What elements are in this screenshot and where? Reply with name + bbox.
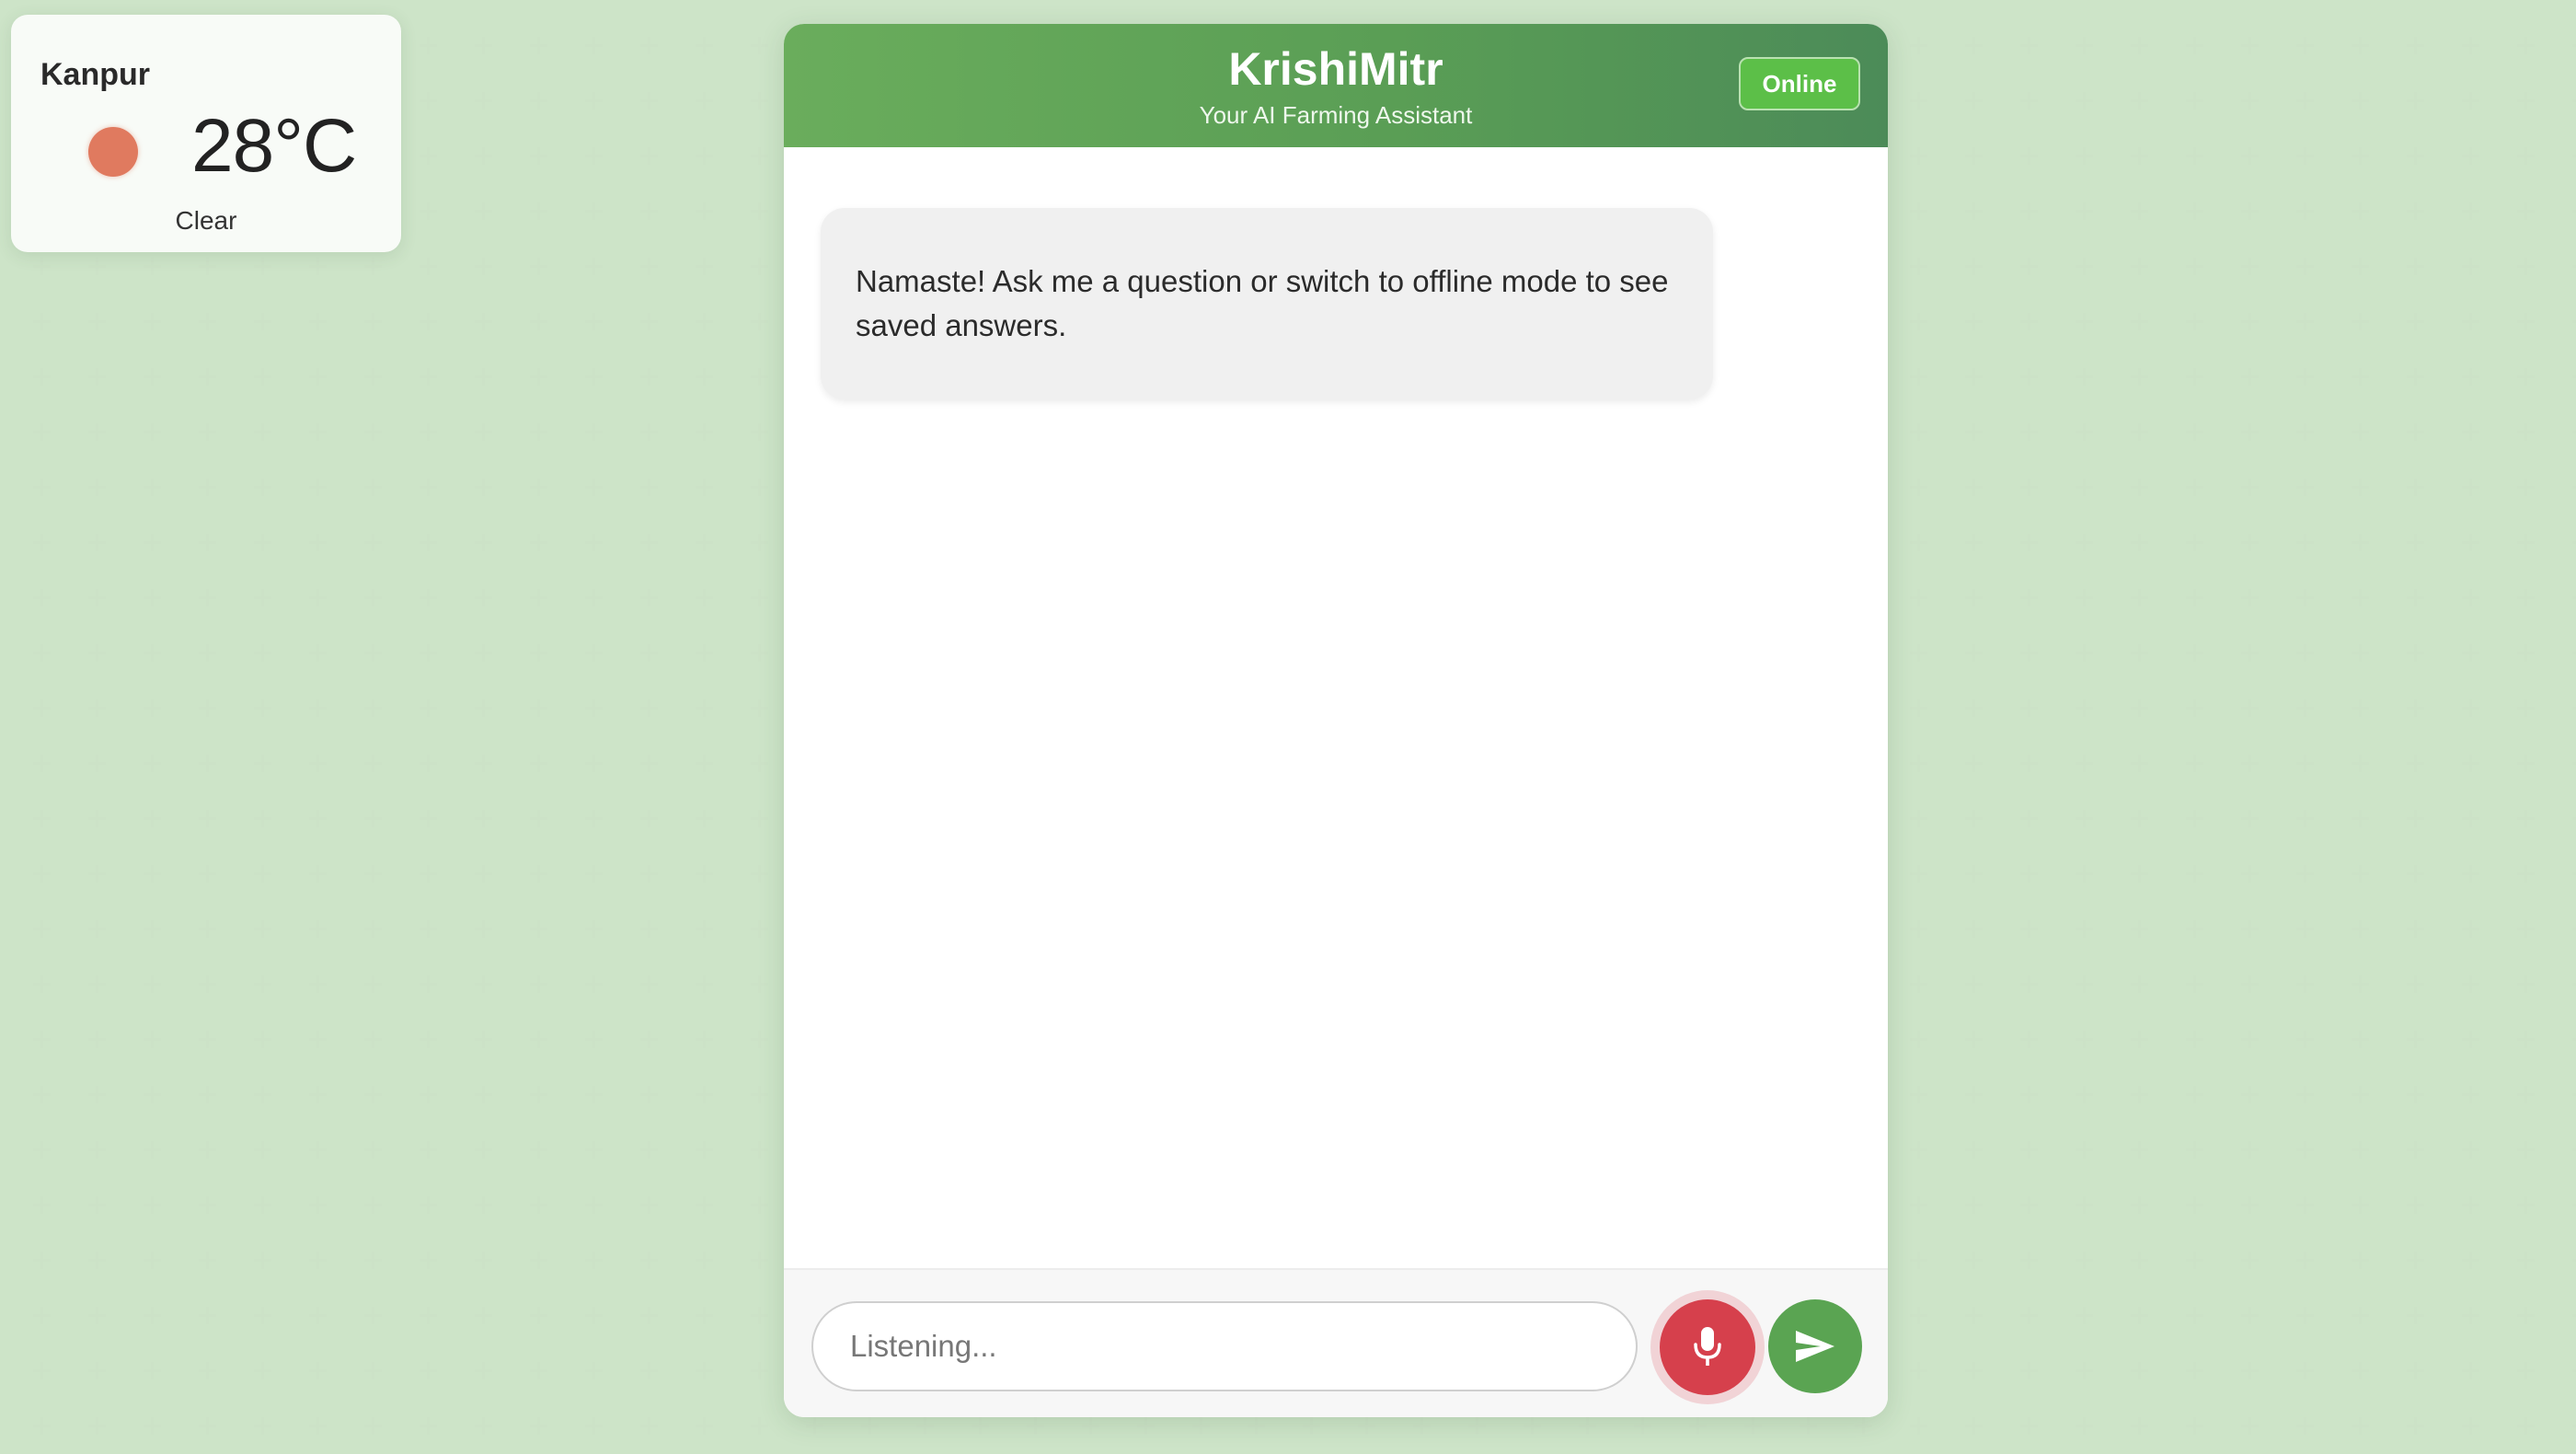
chat-window: KrishiMitr Your AI Farming Assistant Onl… xyxy=(784,24,1888,1417)
send-button[interactable] xyxy=(1768,1299,1862,1393)
bot-message: Namaste! Ask me a question or switch to … xyxy=(821,208,1713,399)
microphone-icon xyxy=(1660,1299,1755,1395)
chat-header: KrishiMitr Your AI Farming Assistant Onl… xyxy=(784,24,1888,147)
app-title: KrishiMitr xyxy=(1228,43,1443,95)
online-status-toggle[interactable]: Online xyxy=(1739,57,1860,110)
sun-icon xyxy=(88,127,138,177)
weather-temperature: 28°C xyxy=(191,104,357,188)
input-bar xyxy=(784,1268,1888,1417)
message-input[interactable] xyxy=(811,1301,1638,1391)
weather-condition: Clear xyxy=(175,206,237,235)
message-list: Namaste! Ask me a question or switch to … xyxy=(784,147,1888,1292)
send-icon xyxy=(1768,1299,1862,1393)
microphone-button[interactable] xyxy=(1660,1299,1755,1395)
weather-card: Kanpur 28°C Clear xyxy=(11,15,401,252)
weather-city: Kanpur xyxy=(40,57,150,92)
app-subtitle: Your AI Farming Assistant xyxy=(1199,101,1473,129)
